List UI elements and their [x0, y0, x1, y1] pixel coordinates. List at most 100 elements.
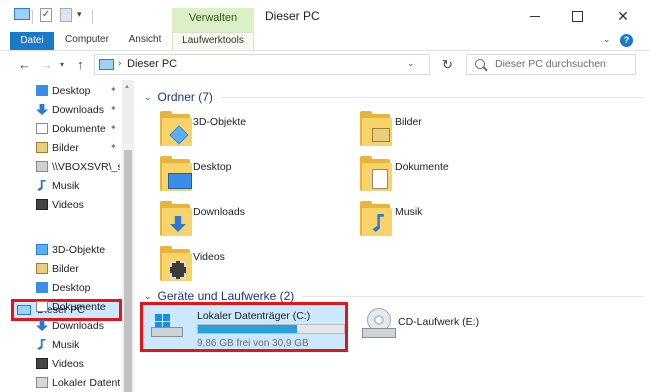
pictures-icon [36, 263, 48, 274]
sidebar-item-desktop[interactable]: Desktop [36, 81, 120, 100]
pictures-icon [372, 128, 390, 142]
close-icon: ✕ [617, 7, 629, 24]
cd-drive-icon[interactable] [362, 306, 396, 340]
drive-usage-fill [198, 325, 298, 333]
folder-tile-icon[interactable] [158, 243, 206, 283]
drive-tile-local-disk[interactable]: Lokaler Datenträger (C:) 9,86 GB frei vo… [140, 302, 348, 352]
breadcrumb[interactable]: Dieser PC [127, 58, 177, 70]
folder-label[interactable]: Dokumente [395, 161, 449, 173]
address-dropdown-chevron-icon[interactable]: ⌄ [407, 58, 415, 69]
ribbon-tabs: Datei Computer Ansicht Laufwerktools ⌄ ? [0, 32, 650, 51]
pin-icon[interactable]: ✦ [110, 104, 117, 113]
expand-ribbon-chevron-icon[interactable]: ⌄ [603, 34, 611, 45]
sidebar-item-label: 3D-Objekte [52, 243, 106, 256]
sidebar-item-label: Lokaler Datenträ [52, 376, 120, 389]
minimize-button[interactable] [512, 0, 558, 32]
minimize-icon [530, 15, 540, 17]
sidebar-item-label: Downloads [52, 319, 104, 332]
folder-label[interactable]: Videos [193, 251, 225, 263]
collapse-chevron-icon[interactable]: ⌄ [144, 291, 152, 302]
sidebar-item-dokumente[interactable]: Dokumente [36, 297, 120, 316]
devices-group-header[interactable]: ⌄ Geräte und Laufwerke (2) [144, 289, 644, 303]
pin-icon[interactable]: ✦ [110, 123, 117, 132]
folder-tile-icon[interactable] [358, 153, 406, 193]
sidebar-item-musik[interactable]: Musik [36, 176, 120, 195]
customize-toolbar-chevron-icon[interactable]: ▾ [77, 9, 82, 20]
drive-label[interactable]: CD-Laufwerk (E:) [398, 316, 479, 328]
forward-button[interactable]: → [40, 57, 53, 72]
sidebar-item-label: Dokumente [52, 300, 106, 313]
folder-label[interactable]: Downloads [193, 206, 245, 218]
pin-icon[interactable]: ✦ [110, 85, 117, 94]
divider [32, 10, 33, 24]
music-icon [37, 180, 46, 191]
back-button[interactable]: ← [18, 57, 31, 72]
folder-tile-icon[interactable] [358, 108, 406, 148]
properties-icon[interactable]: ✓ [40, 8, 52, 22]
sidebar-item-dokumente[interactable]: Dokumente [36, 119, 120, 138]
sidebar-item-bilder[interactable]: Bilder [36, 259, 120, 278]
new-folder-icon[interactable] [60, 8, 72, 22]
tab-laufwerktools[interactable]: Laufwerktools [172, 32, 254, 50]
scrollbar-thumb[interactable] [124, 150, 132, 392]
videos-icon [36, 358, 48, 369]
help-icon[interactable]: ? [620, 34, 633, 47]
up-button[interactable]: ↑ [77, 57, 84, 72]
folder-label[interactable]: Musik [395, 206, 422, 218]
maximize-button[interactable] [554, 0, 600, 32]
folder-tile-icon[interactable] [358, 198, 406, 238]
navigation-pane: Desktop ✦ Downloads ✦ Dokumente ✦ Bilder… [0, 80, 134, 392]
sidebar-item-desktop[interactable]: Desktop [36, 278, 120, 297]
collapse-chevron-icon[interactable]: ⌄ [144, 92, 152, 103]
search-placeholder: Dieser PC durchsuchen [495, 58, 606, 70]
scroll-up-arrow-icon[interactable]: ▲ [124, 84, 130, 90]
sidebar-item-label: Musik [52, 179, 80, 192]
drive-free-space: 9,86 GB frei von 30,9 GB [197, 338, 309, 349]
sidebar-item-label: Downloads [52, 103, 104, 116]
context-tab-header: Verwalten [172, 8, 254, 32]
documents-icon [372, 169, 388, 189]
address-bar[interactable]: › Dieser PC ⌄ [94, 54, 430, 75]
folder-tile-icon[interactable] [158, 108, 206, 148]
tab-computer[interactable]: Computer [60, 32, 114, 50]
recent-locations-chevron-icon[interactable]: ▾ [60, 60, 64, 69]
pictures-icon [36, 142, 48, 153]
divider [220, 96, 644, 98]
folders-group-header[interactable]: ⌄ Ordner (7) [144, 90, 644, 104]
3d-objects-icon [36, 244, 48, 255]
desktop-icon [168, 173, 192, 189]
sidebar-item-label: Desktop [52, 84, 91, 97]
refresh-button[interactable]: ↻ [437, 55, 458, 76]
maximize-icon [571, 10, 583, 22]
folder-label[interactable]: Bilder [395, 116, 422, 128]
pin-icon[interactable]: ✦ [110, 142, 117, 151]
folder-tile-icon[interactable] [158, 198, 206, 238]
sidebar-item-musik[interactable]: Musik [36, 335, 120, 354]
folder-label[interactable]: 3D-Objekte [193, 116, 246, 128]
sidebar-item-downloads[interactable]: Downloads [36, 316, 120, 335]
sidebar-item-3d-objekte[interactable]: 3D-Objekte [36, 240, 120, 259]
folder-tile-icon[interactable] [158, 153, 206, 193]
sidebar-item-label: Videos [52, 357, 84, 370]
drive-usage-bar [197, 324, 345, 334]
search-input[interactable]: Dieser PC durchsuchen [466, 54, 636, 75]
sidebar-item-videos[interactable]: Videos [36, 195, 120, 214]
breadcrumb-chevron-icon[interactable]: › [118, 58, 121, 69]
sidebar-item-local-disk[interactable]: Lokaler Datenträ [36, 373, 120, 392]
tab-ansicht[interactable]: Ansicht [124, 32, 166, 50]
sidebar-item-network-share[interactable]: \\VBOXSVR\_sha [36, 157, 120, 176]
sidebar-item-bilder[interactable]: Bilder [36, 138, 120, 157]
sidebar-item-videos[interactable]: Videos [36, 354, 120, 373]
group-title: Geräte und Laufwerke (2) [157, 289, 295, 303]
folder-label[interactable]: Desktop [193, 161, 232, 173]
videos-icon [170, 261, 186, 279]
content-area: ⌄ Ordner (7) 3D-Objekte Bilder Desktop D… [136, 80, 650, 392]
desktop-icon [36, 85, 48, 96]
close-button[interactable]: ✕ [600, 0, 646, 32]
group-title: Ordner (7) [157, 90, 213, 104]
desktop-icon [36, 282, 48, 293]
sidebar-item-label: Videos [52, 198, 84, 211]
search-icon [475, 59, 485, 69]
tab-datei[interactable]: Datei [10, 32, 54, 50]
sidebar-item-downloads[interactable]: Downloads [36, 100, 120, 119]
